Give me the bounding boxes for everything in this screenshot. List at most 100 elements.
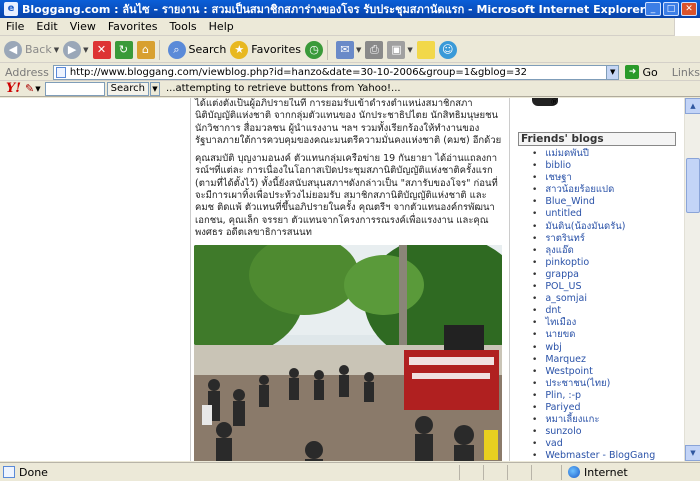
- friend-link[interactable]: Webmaster - BlogGang: [532, 450, 655, 461]
- friend-link[interactable]: biblio: [532, 160, 655, 172]
- friend-link[interactable]: wbj: [532, 342, 655, 354]
- address-dropdown-button[interactable]: ▼: [605, 64, 620, 80]
- friend-link[interactable]: sunzolo: [532, 426, 655, 438]
- vertical-scrollbar[interactable]: ▲ ▼: [684, 98, 700, 461]
- friend-link[interactable]: สาวน้อยร้อยแปด: [532, 184, 655, 196]
- toolbar: ◀ Back ▼ ▶ ▼ ✕ ↻ ⌂ ⌕ Search ★ Favorites …: [0, 37, 700, 63]
- address-url: http://www.bloggang.com/viewblog.php?id=…: [69, 66, 527, 78]
- article-paragraph: คุณสมบัติ บุญงามอนงค์ ตัวแทนกลุ่มเครือข่…: [195, 153, 498, 238]
- back-label: Back: [25, 43, 52, 56]
- friend-link[interactable]: แม่มดพันปี: [532, 148, 655, 160]
- favorites-label: Favorites: [251, 43, 301, 56]
- friend-link[interactable]: ราตรินทร์: [532, 233, 655, 245]
- messenger-button[interactable]: ☺: [438, 39, 457, 61]
- chevron-down-icon[interactable]: ▼: [356, 46, 361, 54]
- protest-photo: [194, 245, 502, 461]
- blog-article: ได้แต่งตั้งเป็นผู้อภิปรายในที่ การยอมรับ…: [190, 98, 510, 461]
- menu-file[interactable]: File: [0, 20, 30, 33]
- friend-link[interactable]: Westpoint: [532, 366, 655, 378]
- menu-view[interactable]: View: [64, 20, 102, 33]
- discuss-button[interactable]: [416, 39, 435, 61]
- ie-app-icon: e: [4, 2, 18, 16]
- left-margin: [0, 98, 190, 461]
- friend-link[interactable]: หมาเลี้ยงแกะ: [532, 414, 655, 426]
- friend-link[interactable]: a_somjai: [532, 293, 655, 305]
- toolbar-separator: [158, 39, 160, 60]
- yahoo-toolbar: Y! ✎ ▼ Search ▼ ...attempting to retriev…: [0, 81, 700, 97]
- refresh-button[interactable]: ↻: [114, 39, 133, 61]
- yahoo-logo[interactable]: Y!: [6, 81, 21, 96]
- friend-link[interactable]: Pariyed: [532, 402, 655, 414]
- yahoo-search-input[interactable]: [44, 81, 105, 96]
- print-button[interactable]: ⎙: [365, 39, 384, 61]
- friend-link[interactable]: POL_US: [532, 281, 655, 293]
- search-label: Search: [188, 43, 227, 56]
- go-arrow-icon: ➜: [625, 65, 640, 79]
- status-cell: [531, 464, 555, 480]
- status-cell: [459, 464, 483, 480]
- chevron-down-icon[interactable]: ▼: [83, 46, 88, 54]
- edit-button[interactable]: ▣ ▼: [387, 39, 413, 61]
- status-bar: Done Internet: [0, 462, 700, 481]
- title-bar: e Bloggang.com : ลันไซ - รายงาน : สวมเป็…: [0, 0, 700, 18]
- status-text: Done: [19, 465, 48, 479]
- back-arrow-icon: ◀: [4, 40, 22, 59]
- favorites-button[interactable]: ★ Favorites: [230, 39, 301, 61]
- close-button[interactable]: ✕: [681, 2, 697, 16]
- address-input[interactable]: http://www.bloggang.com/viewblog.php?id=…: [52, 64, 607, 80]
- friend-link[interactable]: grappa: [532, 269, 655, 281]
- messenger-icon: ☺: [438, 40, 457, 59]
- windows-logo-icon: [674, 18, 700, 36]
- friend-link[interactable]: vad: [532, 438, 655, 450]
- search-button[interactable]: ⌕ Search: [167, 39, 227, 61]
- go-button[interactable]: ➜ Go: [625, 65, 658, 79]
- friend-link[interactable]: ไทเมือง: [532, 317, 655, 329]
- friend-link[interactable]: เชษฐา: [532, 172, 655, 184]
- menu-help[interactable]: Help: [203, 20, 240, 33]
- chevron-down-icon[interactable]: ▼: [35, 85, 40, 93]
- links-button[interactable]: Links: [672, 66, 700, 79]
- home-button[interactable]: ⌂: [136, 39, 155, 61]
- scroll-up-button[interactable]: ▲: [685, 98, 700, 114]
- status-cell: [483, 464, 507, 480]
- yahoo-search-button[interactable]: Search: [106, 81, 149, 96]
- scroll-down-button[interactable]: ▼: [685, 445, 700, 461]
- edit-icon: ▣: [387, 40, 406, 59]
- print-icon: ⎙: [365, 40, 384, 59]
- friend-link[interactable]: ประชาชน(ไทย): [532, 378, 655, 390]
- back-button[interactable]: ◀ Back ▼: [4, 39, 59, 61]
- friend-link[interactable]: Plin, :-p: [532, 390, 655, 402]
- friend-link[interactable]: มันดิน(น้องมันดรัน): [532, 221, 655, 233]
- friend-link[interactable]: ลุงแอ๊ด: [532, 245, 655, 257]
- globe-icon: [568, 466, 580, 478]
- chevron-down-icon[interactable]: ▼: [54, 46, 59, 54]
- search-icon: ⌕: [167, 40, 186, 59]
- yahoo-status-message: ...attempting to retrieve buttons from Y…: [165, 83, 401, 94]
- sidebar: ® Friends' blogs แม่มดพันปี biblio เชษฐา…: [512, 98, 684, 461]
- friend-link[interactable]: Marquez: [532, 354, 655, 366]
- forward-arrow-icon: ▶: [63, 40, 82, 59]
- friend-link[interactable]: untitled: [532, 208, 655, 220]
- menu-tools[interactable]: Tools: [164, 20, 203, 33]
- status-cell: [507, 464, 531, 480]
- stop-button[interactable]: ✕: [92, 39, 111, 61]
- pencil-icon[interactable]: ✎: [25, 82, 34, 95]
- home-icon: ⌂: [136, 40, 155, 59]
- history-button[interactable]: ◷: [305, 39, 323, 61]
- friend-link[interactable]: Blue_Wind: [532, 196, 655, 208]
- chevron-down-icon[interactable]: ▼: [407, 46, 412, 54]
- article-paragraph: ได้แต่งตั้งเป็นผู้อภิปรายในที่ การยอมรับ…: [195, 98, 502, 146]
- menu-favorites[interactable]: Favorites: [102, 20, 164, 33]
- scroll-thumb[interactable]: [686, 158, 700, 213]
- maximize-button[interactable]: □: [663, 2, 679, 16]
- friend-link[interactable]: pinkoptio: [532, 257, 655, 269]
- menu-edit[interactable]: Edit: [30, 20, 63, 33]
- mail-button[interactable]: ✉ ▼: [336, 39, 361, 61]
- page-viewport: ได้แต่งตั้งเป็นผู้อภิปรายในที่ การยอมรับ…: [0, 98, 684, 461]
- registered-icon: ®: [550, 98, 559, 108]
- yahoo-search-dropdown[interactable]: ▼: [149, 81, 160, 96]
- friend-link[interactable]: นายขด: [532, 329, 655, 341]
- friend-link[interactable]: dnt: [532, 305, 655, 317]
- minimize-button[interactable]: _: [645, 2, 661, 16]
- forward-button[interactable]: ▶ ▼: [63, 39, 89, 61]
